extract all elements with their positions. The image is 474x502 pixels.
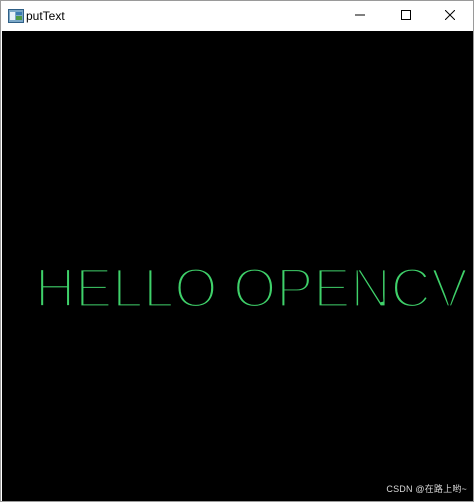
app-window: putText HELLO OPENCV CSDN @在路上哟~ bbox=[0, 0, 474, 502]
minimize-icon bbox=[355, 7, 365, 25]
window-title: putText bbox=[26, 9, 65, 23]
csdn-watermark: CSDN @在路上哟~ bbox=[386, 484, 467, 494]
image-canvas: HELLO OPENCV CSDN @在路上哟~ bbox=[2, 31, 473, 501]
close-icon bbox=[444, 7, 456, 25]
canvas-text-layer: HELLO OPENCV bbox=[33, 254, 470, 320]
title-bar[interactable]: putText bbox=[1, 1, 473, 31]
app-window-icon bbox=[8, 9, 24, 23]
minimize-button[interactable] bbox=[337, 1, 383, 31]
maximize-icon bbox=[401, 7, 411, 25]
hello-opencv-text: HELLO OPENCV bbox=[35, 256, 469, 319]
maximize-button[interactable] bbox=[383, 1, 429, 31]
close-button[interactable] bbox=[427, 1, 473, 31]
